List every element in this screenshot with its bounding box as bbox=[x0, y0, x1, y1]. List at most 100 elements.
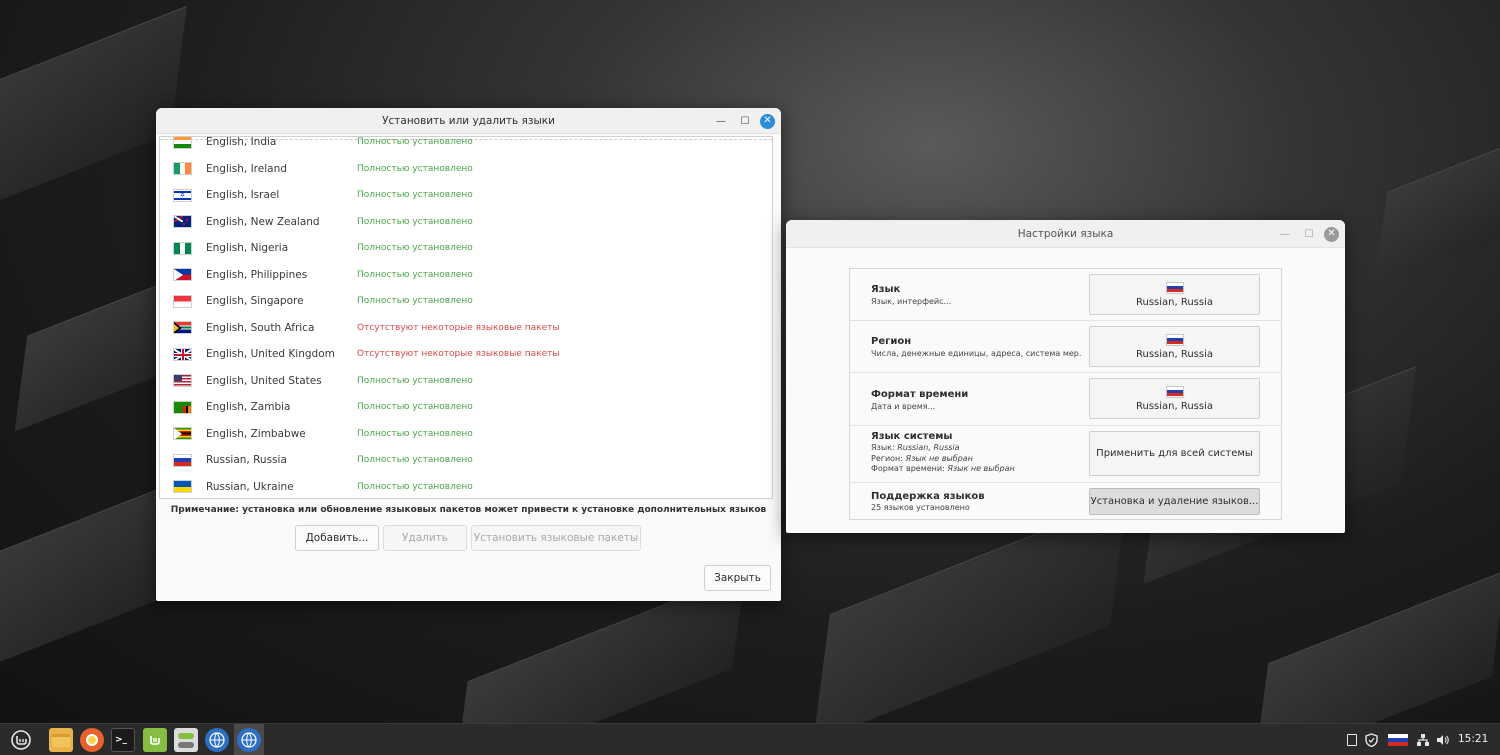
language-list[interactable]: English, India Полностью установлено Engli… bbox=[159, 136, 773, 499]
nigeria-flag-icon bbox=[173, 241, 192, 255]
language-row[interactable]: English, Ireland Полностью установлено bbox=[160, 156, 772, 183]
install-languages-window: Установить или удалить языки — ☐ ✕ Engli… bbox=[156, 108, 781, 601]
system-language-heading: Язык системы bbox=[871, 431, 953, 442]
language-support-count: 25 языков установлено bbox=[871, 503, 970, 512]
add-button[interactable]: Добавить... bbox=[295, 525, 379, 551]
language-name: English, South Africa bbox=[206, 321, 315, 334]
remove-button[interactable]: Удалить bbox=[383, 525, 467, 551]
ukraine-flag-icon bbox=[173, 480, 192, 494]
clock[interactable]: 15:21 bbox=[1458, 733, 1488, 745]
network-icon[interactable] bbox=[1416, 732, 1430, 748]
setting-row-region: Регион Числа, денежные единицы, адреса, … bbox=[850, 321, 1281, 373]
language-row[interactable]: English, Nigeria Полностью установлено bbox=[160, 235, 772, 262]
language-status: Полностью установлено bbox=[357, 428, 473, 439]
setting-row-time-format: Формат времени Дата и время... Russian, … bbox=[850, 373, 1281, 426]
language-name: English, Ireland bbox=[206, 162, 287, 175]
ireland-flag-icon bbox=[173, 162, 192, 176]
terminal-icon[interactable]: >_ bbox=[111, 728, 135, 752]
language-row[interactable]: English, South Africa Отсутствуют некотор… bbox=[160, 315, 772, 342]
language-name: English, Zimbabwe bbox=[206, 427, 306, 440]
install-note: Примечание: установка или обновление язы… bbox=[170, 505, 767, 515]
russia-flag-icon bbox=[1165, 333, 1184, 346]
language-description: Язык, интерфейс... bbox=[871, 297, 952, 306]
language-status: Отсутствуют некоторые языковые пакеты bbox=[357, 322, 560, 333]
language-row[interactable]: English, New Zealand Полностью установлен… bbox=[160, 209, 772, 236]
settings-panel: Язык Язык, интерфейс... Russian, Russia … bbox=[849, 268, 1282, 520]
language-status: Полностью установлено bbox=[357, 481, 473, 492]
minimize-icon[interactable]: — bbox=[1276, 225, 1294, 243]
language-row[interactable]: English, Zimbabwe Полностью установлено bbox=[160, 421, 772, 448]
language-status: Полностью установлено bbox=[357, 375, 473, 386]
close-icon[interactable]: ✕ bbox=[1324, 226, 1339, 242]
india-flag-icon bbox=[173, 137, 192, 149]
south-africa-flag-icon bbox=[173, 321, 192, 335]
setting-row-language: Язык Язык, интерфейс... Russian, Russia bbox=[850, 269, 1281, 321]
firefox-icon[interactable] bbox=[80, 728, 104, 752]
maximize-icon[interactable]: ☐ bbox=[736, 112, 754, 130]
language-status: Отсутствуют некоторые языковые пакеты bbox=[357, 349, 560, 360]
language-settings-window: Настройки языка — ☐ ✕ Язык Язык, интерфе… bbox=[786, 220, 1345, 533]
language-status: Полностью установлено bbox=[357, 402, 473, 413]
minimize-icon[interactable]: — bbox=[712, 112, 730, 130]
new-zealand-flag-icon bbox=[173, 215, 192, 229]
language-row[interactable]: Russian, Ukraine Полностью установлено bbox=[160, 474, 772, 499]
region-value: Russian, Russia bbox=[1135, 348, 1214, 360]
language-name: English, Zambia bbox=[206, 401, 291, 414]
language-status: Полностью установлено bbox=[357, 163, 473, 174]
files-icon[interactable] bbox=[49, 728, 73, 752]
language-status: Полностью установлено bbox=[357, 455, 473, 466]
language-row[interactable]: English, Philippines Полностью установлен… bbox=[160, 262, 772, 289]
system-lang-label: Язык: bbox=[871, 443, 895, 452]
close-button[interactable]: Закрыть bbox=[704, 565, 771, 591]
mintinstall-icon[interactable] bbox=[143, 728, 167, 752]
language-name: English, Israel bbox=[206, 189, 280, 202]
zambia-flag-icon bbox=[173, 400, 192, 414]
apply-system-wide-button[interactable]: Применить для всей системы bbox=[1089, 431, 1260, 476]
settings-window-titlebar[interactable]: Настройки языка — ☐ ✕ bbox=[786, 220, 1345, 248]
language-name: Russian, Ukraine bbox=[206, 480, 294, 493]
language-select-button[interactable]: Russian, Russia bbox=[1089, 274, 1260, 315]
install-remove-languages-button[interactable]: Установка и удаление языков... bbox=[1089, 488, 1260, 515]
system-time-label: Формат времени: bbox=[871, 464, 945, 473]
close-icon[interactable]: ✕ bbox=[760, 113, 775, 129]
time-format-value: Russian, Russia bbox=[1135, 400, 1214, 412]
israel-flag-icon: ✡ bbox=[173, 188, 192, 202]
install-window-titlebar[interactable]: Установить или удалить языки — ☐ ✕ bbox=[156, 108, 781, 134]
region-heading: Регион bbox=[871, 336, 912, 347]
language-name: Russian, Russia bbox=[206, 454, 287, 467]
region-select-button[interactable]: Russian, Russia bbox=[1089, 326, 1260, 367]
shield-icon[interactable] bbox=[1364, 732, 1378, 748]
settings-icon[interactable] bbox=[174, 728, 198, 752]
language-icon-active[interactable] bbox=[237, 728, 261, 752]
keyboard-layout-flag-icon[interactable] bbox=[1387, 732, 1409, 748]
russia-flag-icon bbox=[173, 453, 192, 467]
time-format-select-button[interactable]: Russian, Russia bbox=[1089, 378, 1260, 419]
system-region-label: Регион: bbox=[871, 453, 903, 463]
language-heading: Язык bbox=[871, 284, 901, 295]
language-row[interactable]: ✡ English, Israel Полностью установлено bbox=[160, 182, 772, 209]
language-name: English, India bbox=[206, 136, 277, 149]
install-language-packs-button[interactable]: Установить языковые пакеты bbox=[471, 525, 641, 551]
language-name: English, Philippines bbox=[206, 268, 308, 281]
language-status: Полностью установлено bbox=[357, 137, 473, 148]
clipboard-icon[interactable] bbox=[1345, 732, 1359, 748]
install-remove-languages-label: Установка и удаление языков... bbox=[1090, 496, 1259, 507]
time-format-description: Дата и время... bbox=[871, 402, 936, 411]
settings-window-title: Настройки языка bbox=[1017, 227, 1114, 240]
language-name: English, United States bbox=[206, 374, 322, 387]
mint-menu-icon[interactable] bbox=[9, 728, 33, 752]
volume-icon[interactable] bbox=[1436, 732, 1450, 748]
language-icon[interactable] bbox=[205, 728, 229, 752]
language-row[interactable]: English, India Полностью установлено bbox=[160, 136, 772, 156]
language-support-heading: Поддержка языков bbox=[871, 491, 985, 502]
language-row[interactable]: English, United Kingdom Отсутствуют некот… bbox=[160, 341, 772, 368]
language-row[interactable]: English, United States Полностью установл… bbox=[160, 368, 772, 395]
language-value: Russian, Russia bbox=[1135, 296, 1214, 308]
language-name: English, New Zealand bbox=[206, 215, 320, 228]
install-window-title: Установить или удалить языки bbox=[382, 114, 555, 127]
maximize-icon[interactable]: ☐ bbox=[1300, 225, 1318, 243]
language-row[interactable]: Russian, Russia Полностью установлено bbox=[160, 447, 772, 474]
setting-row-language-support: Поддержка языков 25 языков установлено У… bbox=[850, 483, 1281, 521]
language-row[interactable]: English, Zambia Полностью установлено bbox=[160, 394, 772, 421]
language-row[interactable]: English, Singapore Полностью установлено bbox=[160, 288, 772, 315]
